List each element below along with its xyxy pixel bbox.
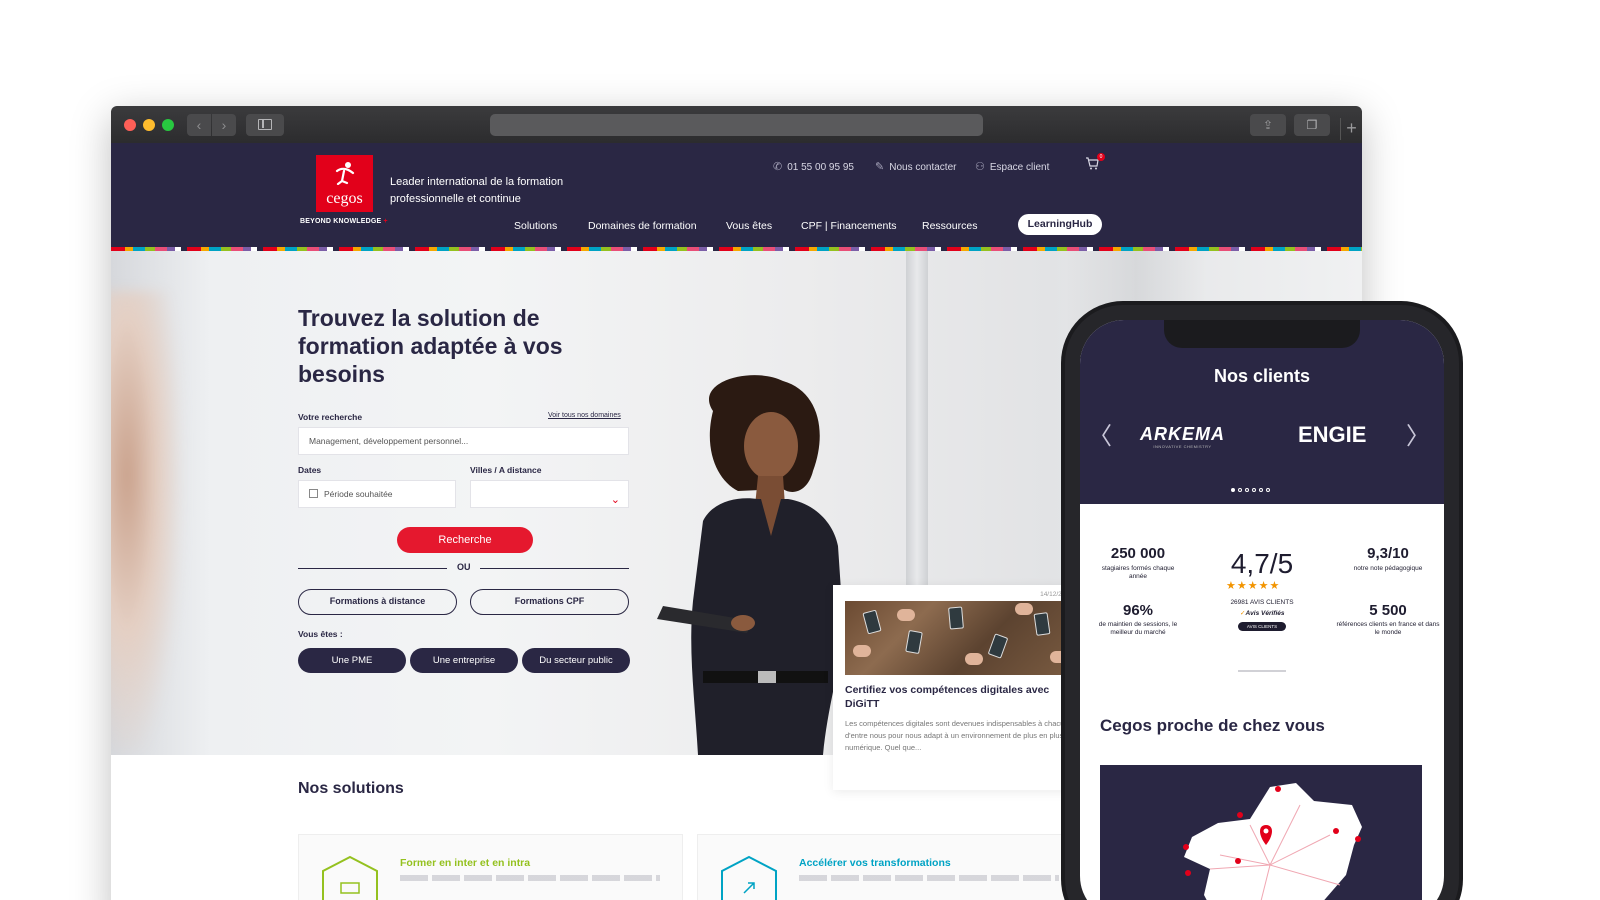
or-divider-right — [480, 568, 629, 569]
nav-cpf[interactable]: CPF | Financements — [801, 220, 897, 232]
remote-trainings-button[interactable]: Formations à distance — [298, 589, 457, 615]
stat-trainees-label: stagiaires formés chaque année — [1101, 565, 1175, 580]
stat-references-label: références clients en france et dans le … — [1336, 621, 1440, 636]
public-sector-button[interactable]: Du secteur public — [522, 648, 630, 673]
or-divider-left — [298, 568, 447, 569]
all-domains-link[interactable]: Voir tous nos domaines — [548, 412, 621, 419]
reviews-count: 26981 AVIS CLIENTS — [1230, 599, 1294, 606]
forward-button[interactable]: › — [212, 114, 236, 136]
leader-tagline: Leader international de la formation pro… — [390, 176, 564, 205]
reviews-pill: AVIS CLIENTS — [1238, 622, 1286, 631]
logo-text: cegos — [326, 190, 363, 207]
user-icon: ⚇ — [975, 161, 985, 173]
france-map[interactable] — [1100, 765, 1422, 900]
training-hexagon-icon — [322, 855, 378, 900]
sidebar-toggle-button[interactable] — [246, 114, 284, 136]
dates-field[interactable]: Période souhaitée — [298, 480, 456, 508]
near-you-title: Cegos proche de chez vous — [1100, 716, 1325, 735]
site-header: cegos BEYOND KNOWLEDGE + Leader internat… — [111, 143, 1362, 247]
browser-toolbar: ‹ › ⇪ ❐ + — [111, 106, 1362, 143]
nav-solutions[interactable]: Solutions — [514, 220, 557, 232]
stat-sessions: 96% — [1122, 602, 1154, 619]
close-window-button[interactable] — [124, 119, 136, 131]
stage: ‹ › ⇪ ❐ + cegos BEYOND KNOWLEDGE + Leade… — [0, 0, 1600, 900]
stats-divider — [1238, 670, 1286, 672]
hero-title: Trouvez la solution de formation adaptée… — [298, 305, 563, 387]
pme-button[interactable]: Une PME — [298, 648, 406, 673]
stat-score: 9,3/10 — [1367, 545, 1409, 562]
nav-ressources[interactable]: Ressources — [922, 220, 977, 232]
zoom-window-button[interactable] — [162, 119, 174, 131]
solution-card-inter-intra[interactable]: Former en inter et en intra — [298, 834, 683, 900]
transformation-hexagon-icon — [721, 855, 777, 900]
chevron-down-icon: ⌄ — [610, 494, 620, 506]
sidebar-icon — [258, 119, 272, 130]
search-button[interactable]: Recherche — [397, 527, 533, 553]
stat-trainees: 250 000 — [1110, 545, 1166, 562]
stat-score-label: notre note pédagogique — [1353, 565, 1423, 572]
contact-link[interactable]: ✎ Nous contacter — [875, 160, 956, 173]
search-input[interactable]: Management, développement personnel... — [298, 427, 629, 455]
solution-card-text — [799, 875, 1059, 881]
solution-card-transformations[interactable]: Accélérer vos transformations — [697, 834, 1082, 900]
news-card[interactable]: 14/12/202 Certifiez vos compétences digi… — [833, 585, 1073, 790]
solutions-title: Nos solutions — [298, 780, 404, 797]
cities-label: Villes / A distance — [470, 465, 542, 475]
logo-tagline: BEYOND KNOWLEDGE + — [300, 218, 388, 225]
cities-select[interactable]: ⌄ — [470, 480, 629, 508]
news-title[interactable]: Certifiez vos compétences digitales avec… — [845, 683, 1071, 711]
cegos-logo[interactable]: cegos — [316, 155, 373, 212]
pencil-icon: ✎ — [875, 161, 885, 173]
carousel-pager[interactable] — [1231, 479, 1273, 497]
minimize-window-button[interactable] — [143, 119, 155, 131]
clients-title: Nos clients — [1213, 366, 1311, 386]
stat-references: 5 500 — [1369, 602, 1407, 619]
carousel-next-icon[interactable]: 〉 — [1406, 416, 1430, 451]
rating-stars-icon: ★★★★★ — [1226, 580, 1281, 592]
news-image — [845, 601, 1073, 675]
solution-card-title: Accélérer vos transformations — [799, 857, 951, 869]
cart-badge: 0 — [1097, 153, 1105, 161]
client-logo-arkema: ARKEMA INNOVATIVE CHEMISTRY — [1140, 424, 1225, 449]
verified-reviews-logo: ✓Avis Vérifiés — [1240, 610, 1285, 617]
news-body: Les compétences digitales sont devenues … — [845, 719, 1069, 752]
calendar-icon — [309, 489, 318, 498]
logo-figure-icon — [334, 161, 356, 191]
client-logo-engie: ENGIE — [1298, 422, 1367, 447]
nav-vous-etes[interactable]: Vous êtes — [726, 220, 772, 232]
you-are-label: Vous êtes : — [298, 629, 343, 639]
phone-icon: ✆ — [773, 161, 783, 173]
new-tab-button[interactable]: + — [1340, 118, 1362, 140]
hero-background-person — [111, 291, 181, 751]
dates-label: Dates — [298, 465, 322, 475]
back-button[interactable]: ‹ — [187, 114, 211, 136]
phone-screen: Nos clients 〈 〉 ARKEMA INNOVATIVE CHEMIST… — [1080, 320, 1444, 900]
carousel-prev-icon[interactable]: 〈 — [1088, 416, 1112, 451]
address-bar[interactable] — [490, 114, 983, 136]
stat-rating: 4,7/5 — [1230, 548, 1294, 579]
phone-notch — [1164, 320, 1360, 348]
solution-card-title: Former en inter et en intra — [400, 857, 531, 869]
tabs-overview-button[interactable]: ❐ — [1294, 114, 1330, 136]
nav-learninghub[interactable]: LearningHub — [1018, 214, 1102, 235]
cpf-trainings-button[interactable]: Formations CPF — [470, 589, 629, 615]
client-space-link[interactable]: ⚇ Espace client — [975, 160, 1049, 173]
solution-card-text — [400, 875, 660, 881]
search-label: Votre recherche — [298, 412, 363, 422]
share-button[interactable]: ⇪ — [1250, 114, 1286, 136]
enterprise-button[interactable]: Une entreprise — [410, 648, 518, 673]
or-text: OU — [457, 562, 471, 572]
phone-link[interactable]: ✆ 01 55 00 95 95 — [773, 160, 854, 173]
phone-mockup: Nos clients 〈 〉 ARKEMA INNOVATIVE CHEMIST… — [1061, 301, 1463, 900]
stat-sessions-label: de maintien de sessions, le meilleur du … — [1098, 621, 1178, 636]
nav-domaines[interactable]: Domaines de formation — [588, 220, 697, 232]
